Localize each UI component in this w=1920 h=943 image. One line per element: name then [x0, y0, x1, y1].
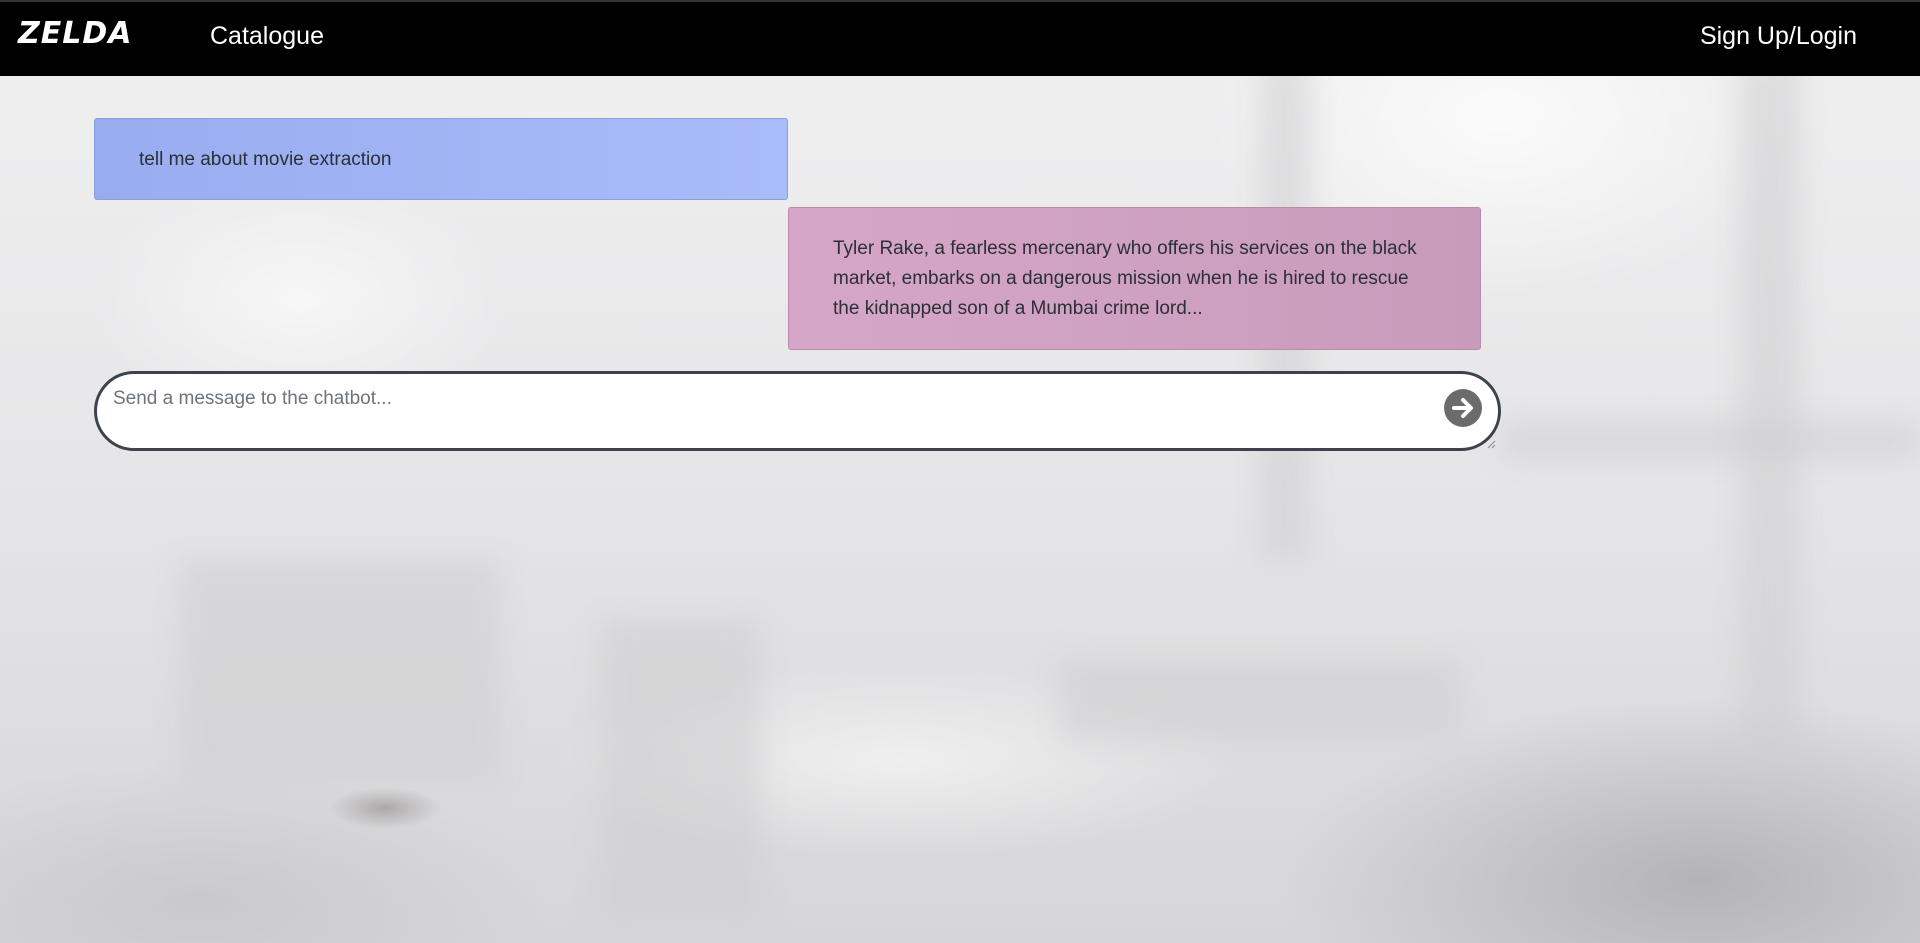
nav-catalogue-link[interactable]: Catalogue [210, 22, 324, 51]
brand-logo[interactable]: ZELDA [18, 16, 132, 51]
user-message: tell me about movie extraction [94, 118, 788, 200]
bot-message-text: Tyler Rake, a fearless mercenary who off… [833, 238, 1417, 319]
bot-message: Tyler Rake, a fearless mercenary who off… [788, 207, 1481, 350]
send-button[interactable] [1444, 389, 1482, 427]
arrow-right-circle-icon [1444, 389, 1482, 427]
message-input-box [94, 371, 1501, 451]
resize-grip-icon[interactable] [1486, 436, 1496, 449]
chat-area: tell me about movie extraction Tyler Rak… [0, 0, 1920, 943]
message-input[interactable] [111, 386, 1415, 440]
user-message-text: tell me about movie extraction [139, 149, 392, 170]
top-navbar: ZELDA Catalogue Sign Up/Login [0, 0, 1920, 76]
nav-signup-login-link[interactable]: Sign Up/Login [1700, 22, 1857, 51]
